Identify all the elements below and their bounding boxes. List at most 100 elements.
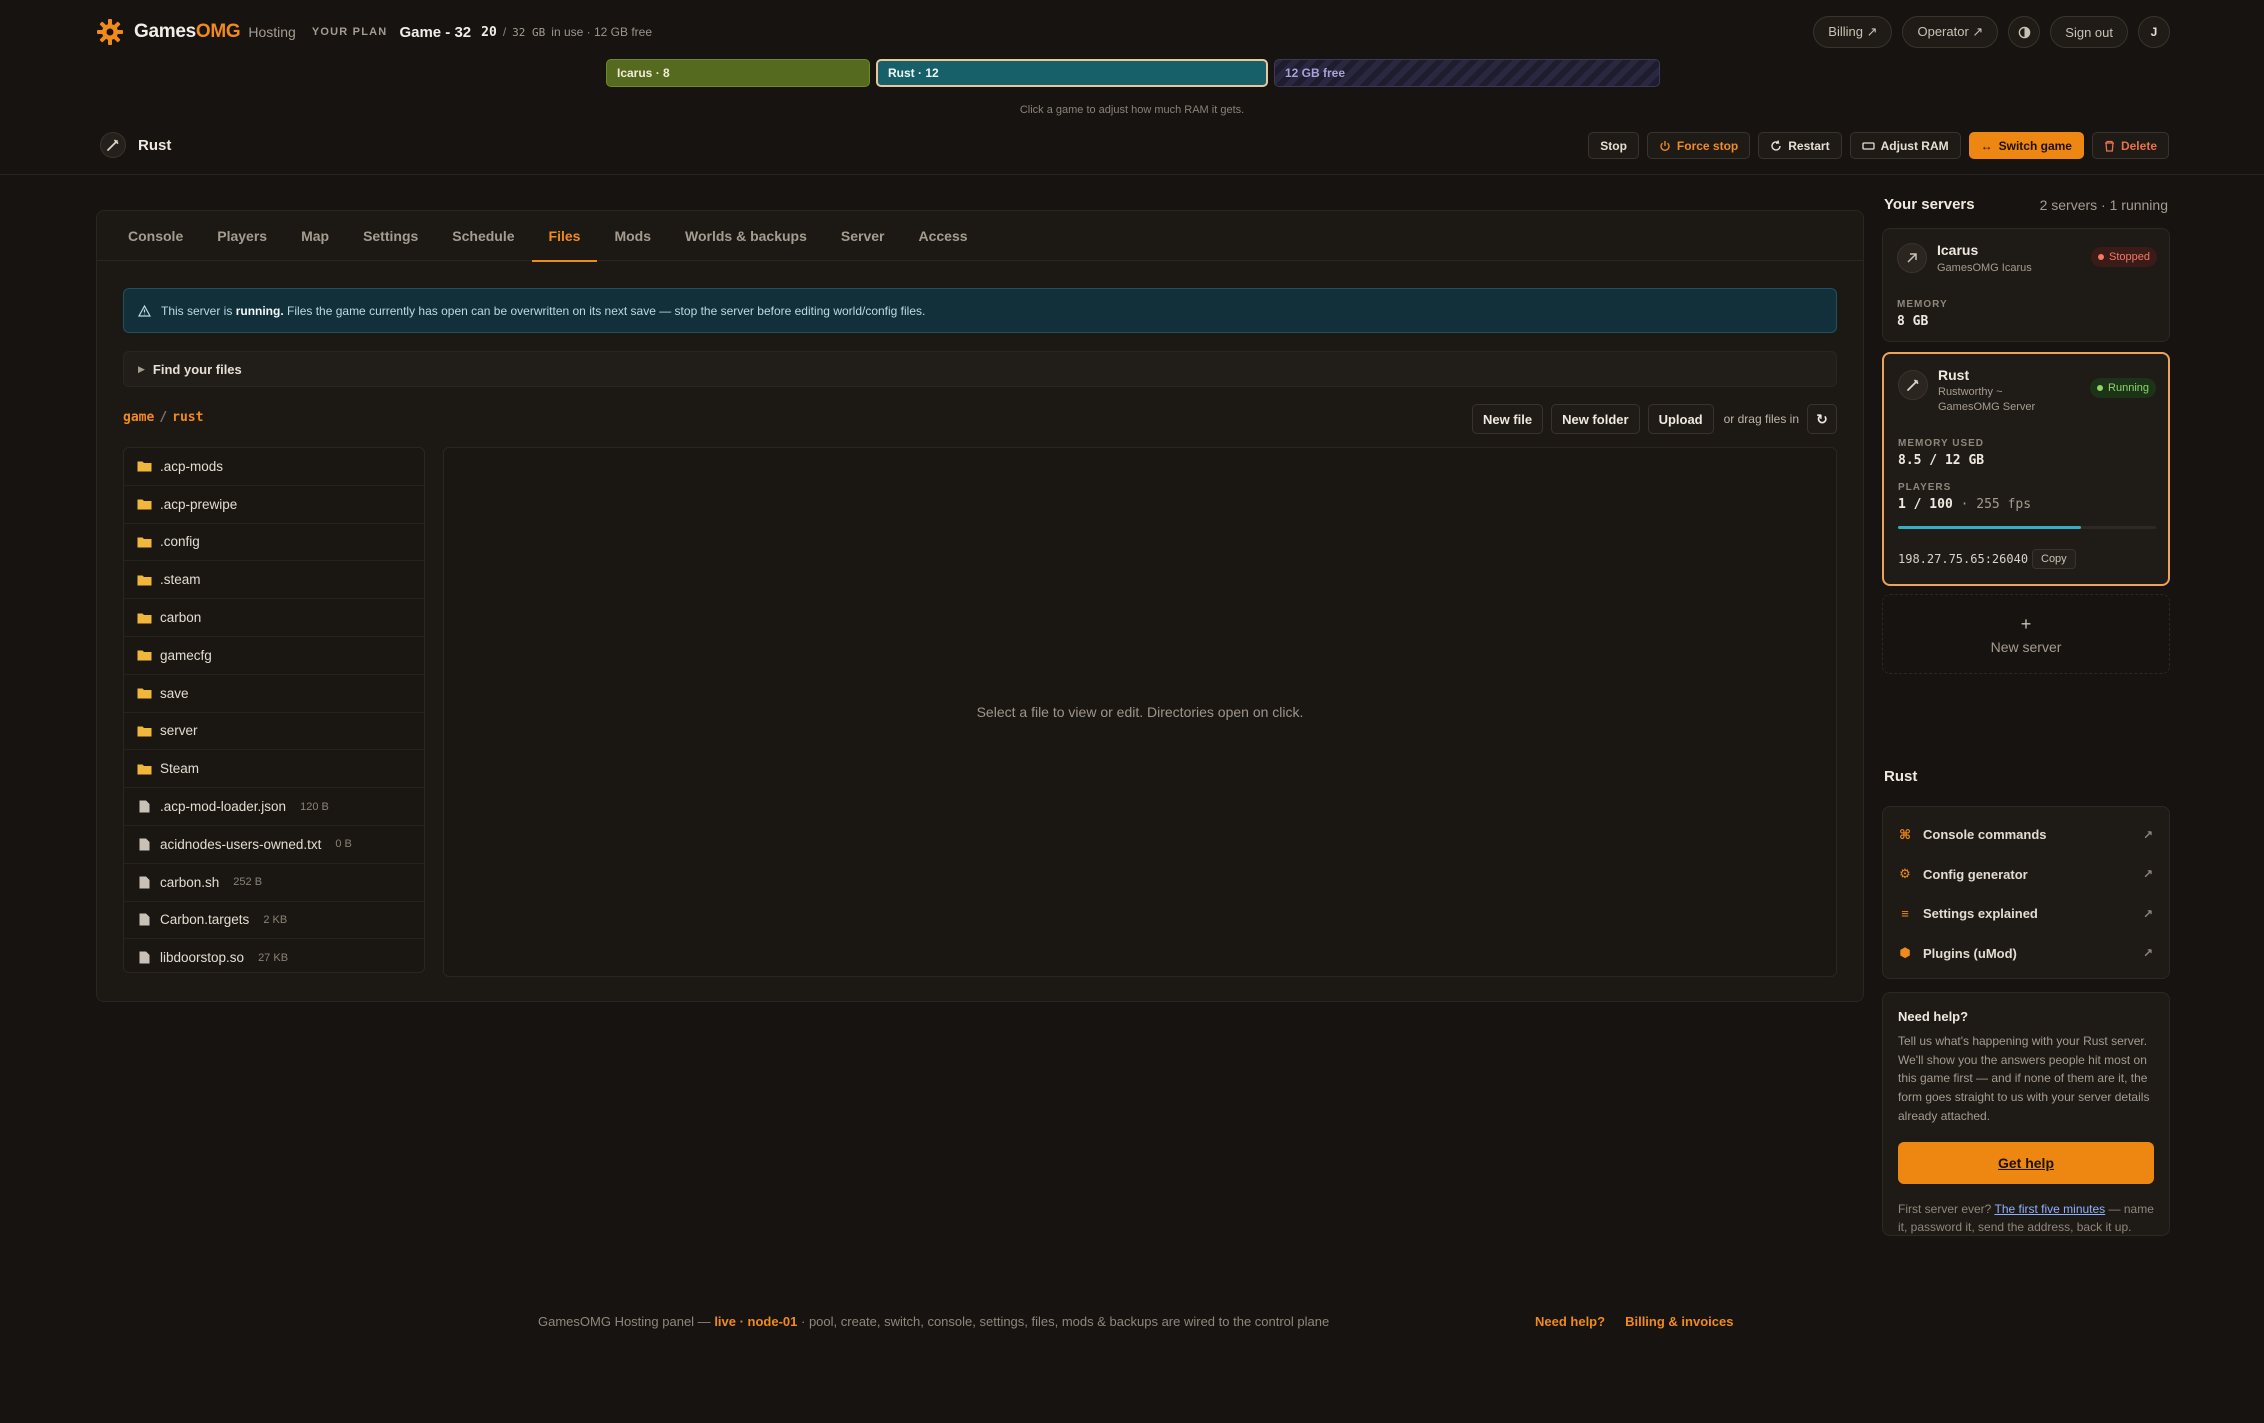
folder-row[interactable]: .config [124, 524, 424, 562]
folder-row[interactable]: Steam [124, 750, 424, 789]
first-five-minutes-link[interactable]: The first five minutes [1994, 1202, 2105, 1216]
guide-label: Plugins (uMod) [1923, 945, 2017, 961]
ram-segment-rust[interactable]: Rust · 12 [876, 59, 1268, 87]
file-name: carbon.sh [160, 874, 220, 890]
restart-button[interactable]: Restart [1758, 132, 1842, 159]
file-row[interactable]: libdoorstop.so 27 KB [124, 939, 424, 972]
guide-config-generator[interactable]: ⚙ Config generator ↗ [1883, 855, 2169, 895]
folder-row[interactable]: .acp-prewipe [124, 486, 424, 524]
theme-toggle-button[interactable] [2008, 16, 2041, 48]
main-panel: Console Players Map Settings Schedule Fi… [96, 210, 1864, 1002]
warning-icon [138, 304, 151, 317]
status-badge-running: Running [2090, 378, 2156, 398]
external-link-icon: ↗ [2142, 827, 2153, 842]
footer-help-link[interactable]: Need help? [1535, 1314, 1605, 1329]
guide-icon: ⌘ [1898, 826, 1912, 842]
tab-bar: Console Players Map Settings Schedule Fi… [97, 211, 1863, 262]
tab-server[interactable]: Server [824, 211, 902, 261]
stop-button[interactable]: Stop [1588, 132, 1639, 159]
folder-row[interactable]: carbon [124, 599, 424, 637]
drag-note: or drag files in [1723, 412, 1799, 426]
tab-schedule[interactable]: Schedule [435, 211, 531, 261]
ram-segment-icarus[interactable]: Icarus · 8 [606, 59, 870, 87]
plan-note: in use · 12 GB free [551, 25, 652, 39]
file-row[interactable]: carbon.sh 252 B [124, 864, 424, 902]
file-name: .acp-prewipe [160, 496, 238, 512]
get-help-button[interactable]: Get help [1898, 1141, 2154, 1184]
guide-icon: ⬢ [1899, 945, 1911, 961]
plan-name: Game - 32 [399, 23, 472, 41]
operator-button[interactable]: Operator ↗ [1902, 16, 1999, 48]
status-badge-stopped: Stopped [2091, 247, 2157, 267]
folder-icon [136, 572, 152, 588]
file-row[interactable]: Carbon.targets 2 KB [124, 902, 424, 940]
tab-access[interactable]: Access [902, 211, 985, 261]
file-icon [136, 836, 152, 852]
alert-text: This server is running. Files the game c… [161, 303, 926, 318]
plan-label: YOUR PLAN [311, 26, 388, 38]
caret-right-icon: ▶ [138, 363, 145, 374]
tab-worlds-backups[interactable]: Worlds & backups [668, 211, 824, 261]
server-card-icarus[interactable]: Icarus GamesOMG Icarus Stopped MEMORY 8 … [1882, 228, 2170, 342]
file-row[interactable]: acidnodes-users-owned.txt 0 B [124, 826, 424, 864]
server-name: Rust [1938, 367, 1970, 383]
guide-icon: ≡ [1901, 906, 1909, 922]
trash-icon [2104, 140, 2114, 152]
breadcrumb-rust[interactable]: rust [172, 410, 203, 425]
folder-row[interactable]: .acp-mods [124, 448, 424, 486]
guide-plugins-umod[interactable]: ⬢ Plugins (uMod) ↗ [1883, 934, 2169, 974]
wrench-icon [1898, 370, 1928, 400]
adjust-ram-button[interactable]: Adjust RAM [1849, 132, 1961, 159]
delete-button[interactable]: Delete [2091, 132, 2169, 159]
players-value: 1 / 100 · 255 fps [1898, 497, 2032, 512]
file-icon [136, 912, 152, 928]
new-folder-button[interactable]: New folder [1551, 404, 1640, 434]
upload-button[interactable]: Upload [1647, 404, 1714, 434]
help-body: Tell us what's happening with your Rust … [1898, 1034, 2150, 1123]
swap-arrows-icon: ↔ [1980, 138, 1993, 153]
external-link-icon: ↗ [2142, 867, 2153, 882]
folder-row[interactable]: server [124, 713, 424, 751]
folder-icon [136, 647, 152, 663]
footer-billing-link[interactable]: Billing & invoices [1625, 1314, 1733, 1329]
tab-mods[interactable]: Mods [597, 211, 668, 261]
switch-game-button[interactable]: ↔ Switch game [1968, 132, 2084, 159]
guide-settings-explained[interactable]: ≡ Settings explained ↗ [1883, 894, 2169, 934]
breadcrumb-game[interactable]: game [123, 410, 154, 425]
half-circle-icon [2018, 26, 2031, 38]
new-file-button[interactable]: New file [1471, 404, 1544, 434]
file-name: .steam [160, 572, 201, 588]
find-files-toggle[interactable]: ▶ Find your files [123, 351, 1837, 387]
ram-allocation-bar: Icarus · 8 Rust · 12 12 GB free [606, 59, 1660, 87]
tab-map[interactable]: Map [284, 211, 346, 261]
tab-settings[interactable]: Settings [346, 211, 435, 261]
sign-out-button[interactable]: Sign out [2050, 16, 2128, 48]
folder-row[interactable]: save [124, 675, 424, 713]
copy-address-button[interactable]: Copy [2032, 549, 2076, 569]
folder-row[interactable]: .steam [124, 561, 424, 600]
file-row[interactable]: .acp-mod-loader.json 120 B [124, 788, 424, 826]
header-divider [0, 174, 2264, 175]
server-card-rust[interactable]: Rust Rustworthy ~ GamesOMG Server Runnin… [1882, 352, 2170, 586]
force-stop-button[interactable]: Force stop [1646, 132, 1751, 159]
server-subtitle: GamesOMG Icarus [1937, 262, 2032, 274]
file-icon [136, 799, 152, 815]
billing-button[interactable]: Billing ↗ [1813, 16, 1893, 48]
node-status: live · node-01 [714, 1314, 798, 1329]
guide-console-commands[interactable]: ⌘ Console commands ↗ [1883, 815, 2169, 855]
file-size: 2 KB [263, 913, 288, 926]
memory-progress-fill [1898, 526, 2082, 529]
folder-icon [136, 685, 152, 701]
file-actions: New file New folder Upload or drag files… [1471, 404, 1837, 434]
refresh-button[interactable]: ↻ [1807, 404, 1837, 434]
servers-title: Your servers [1884, 196, 1975, 213]
folder-row[interactable]: gamecfg [124, 637, 424, 675]
tab-files[interactable]: Files [531, 211, 598, 262]
tab-players[interactable]: Players [200, 211, 284, 261]
folder-icon [136, 610, 152, 626]
avatar[interactable]: J [2138, 16, 2170, 48]
external-link-icon: ↗ [2142, 946, 2153, 961]
brand-name[interactable]: GamesOMG [134, 21, 241, 43]
new-server-button[interactable]: + New server [1882, 594, 2170, 674]
tab-console[interactable]: Console [111, 211, 200, 261]
